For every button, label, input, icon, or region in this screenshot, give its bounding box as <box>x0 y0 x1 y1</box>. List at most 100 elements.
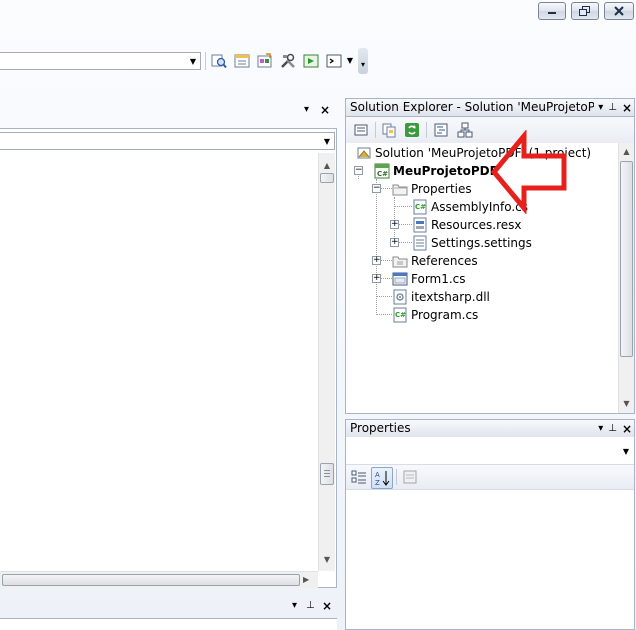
categorized-button[interactable] <box>349 467 369 487</box>
tree-item-references[interactable]: References <box>392 252 478 270</box>
svg-text:C#: C# <box>395 311 406 319</box>
close-button[interactable] <box>604 2 634 20</box>
scroll-up-icon[interactable]: ▲ <box>619 145 634 159</box>
tree-item-resources[interactable]: Resources.resx <box>412 216 522 234</box>
solution-icon <box>357 147 371 159</box>
refresh-button[interactable] <box>402 120 422 140</box>
properties-button[interactable] <box>351 120 371 140</box>
solution-explorer-vscroll[interactable]: ▲ ▼ <box>618 143 634 413</box>
find-in-files-icon <box>211 54 227 69</box>
toolbar-separator <box>205 52 206 70</box>
command-window-dropdown[interactable]: ▼ <box>345 54 355 68</box>
view-code-icon <box>434 123 448 137</box>
scroll-thumb-lower[interactable] <box>320 463 334 485</box>
collapse-icon[interactable]: − <box>354 166 363 175</box>
left-document-panel[interactable]: ▼ ▲ ▼ ▶ <box>0 128 337 588</box>
property-pages-icon <box>403 470 417 484</box>
folder-icon <box>392 184 408 196</box>
show-all-files-button[interactable] <box>379 120 399 140</box>
class-diagram-icon <box>457 122 473 138</box>
close-icon[interactable]: × <box>322 599 332 613</box>
object-browser-button[interactable] <box>255 51 275 71</box>
tree-line <box>376 179 377 315</box>
expand-icon[interactable]: + <box>372 256 381 265</box>
tools-button[interactable] <box>278 51 298 71</box>
properties-controls: ▾ ⊥ × <box>598 420 632 437</box>
tree-item-itextsharp[interactable]: itextsharp.dll <box>392 288 490 306</box>
toolbar-overflow-icon[interactable]: ▾ <box>358 48 368 74</box>
command-window-button[interactable] <box>324 51 344 71</box>
pin-icon[interactable]: ⊥ <box>306 600 315 611</box>
scroll-thumb[interactable] <box>620 161 633 357</box>
chevron-down-icon[interactable]: ▾ <box>598 423 603 434</box>
tree-line <box>376 296 392 297</box>
properties-object-combo[interactable]: ▼ <box>347 441 634 461</box>
expand-icon[interactable]: + <box>390 238 399 247</box>
bottom-panel-title-controls: ▾ ⊥ × <box>290 599 338 614</box>
left-panel-title-controls: ▾ × <box>300 103 336 118</box>
tree-line <box>394 206 412 207</box>
close-icon[interactable]: × <box>622 102 632 114</box>
hscroll-thumb[interactable] <box>2 574 300 586</box>
view-code-button[interactable] <box>431 120 451 140</box>
properties-window-button[interactable] <box>232 51 252 71</box>
close-icon <box>614 6 624 16</box>
tree-item-form1[interactable]: Form1.cs <box>392 270 466 288</box>
properties-icon <box>354 124 368 136</box>
chevron-down-icon: ▼ <box>189 56 197 66</box>
alphabetical-button[interactable]: A Z <box>371 467 393 489</box>
scroll-thumb[interactable] <box>320 173 334 183</box>
property-pages-button[interactable] <box>400 467 420 487</box>
red-arrow-annotation <box>490 130 567 214</box>
tree-item-project[interactable]: C# MeuProjetoPDF <box>374 162 498 180</box>
references-folder-icon <box>392 256 408 268</box>
svg-text:C#: C# <box>415 203 426 211</box>
tree-item-properties[interactable]: Properties <box>392 180 472 198</box>
left-panel-vscroll[interactable]: ▲ ▼ <box>318 153 335 571</box>
left-panel-hscroll[interactable]: ▶ <box>0 571 318 588</box>
svg-text:C#: C# <box>377 170 388 178</box>
chevron-down-icon[interactable]: ▾ <box>304 104 309 115</box>
minimize-icon <box>548 12 556 14</box>
expand-icon[interactable]: + <box>390 220 399 229</box>
minimize-button[interactable] <box>538 2 566 20</box>
scroll-right-icon[interactable]: ▶ <box>303 573 315 587</box>
collapse-icon[interactable]: − <box>372 184 381 193</box>
categorized-icon <box>351 470 366 484</box>
tree-item-program[interactable]: C# Program.cs <box>392 306 478 324</box>
properties-title[interactable]: Properties ▾ ⊥ × <box>345 419 635 438</box>
form-file-icon <box>392 272 408 286</box>
toolbar-combo[interactable]: ▼ <box>0 52 201 70</box>
alphabetical-icon: A Z <box>375 471 390 487</box>
settings-file-icon <box>413 235 427 251</box>
solution-explorer-title-text: Solution Explorer - Solution 'MeuProjeto… <box>350 100 605 114</box>
chevron-down-icon[interactable]: ▾ <box>292 600 297 611</box>
pin-icon[interactable]: ⊥ <box>608 102 617 113</box>
svg-text:Z: Z <box>375 479 380 487</box>
scroll-down-icon[interactable]: ▼ <box>319 553 335 567</box>
properties-window-icon <box>234 54 250 68</box>
solution-explorer-title[interactable]: Solution Explorer - Solution 'MeuProjeto… <box>345 98 635 117</box>
close-icon[interactable]: × <box>622 423 632 435</box>
csharp-project-icon: C# <box>374 163 390 179</box>
find-in-files-button[interactable] <box>209 51 229 71</box>
chevron-down-icon[interactable]: ▾ <box>598 102 603 113</box>
chevron-down-icon: ▼ <box>323 136 331 146</box>
scroll-up-icon[interactable]: ▲ <box>319 159 335 173</box>
scroll-down-icon[interactable]: ▼ <box>619 397 634 411</box>
class-diagram-button[interactable] <box>455 120 475 140</box>
chevron-down-icon: ▼ <box>622 446 630 456</box>
restore-button[interactable] <box>571 2 599 20</box>
start-page-icon <box>303 54 319 68</box>
start-page-button[interactable] <box>301 51 321 71</box>
close-icon[interactable]: × <box>320 103 330 117</box>
tools-icon <box>281 53 295 68</box>
expand-icon[interactable]: + <box>372 274 381 283</box>
dll-file-icon <box>393 289 407 305</box>
tree-item-settings[interactable]: Settings.settings <box>412 234 532 252</box>
solution-explorer-controls: ▾ ⊥ × <box>594 99 632 116</box>
bottom-left-panel <box>0 618 337 630</box>
pin-icon[interactable]: ⊥ <box>608 423 617 434</box>
object-browser-icon <box>257 53 272 68</box>
left-panel-combo[interactable]: ▼ <box>0 132 335 150</box>
